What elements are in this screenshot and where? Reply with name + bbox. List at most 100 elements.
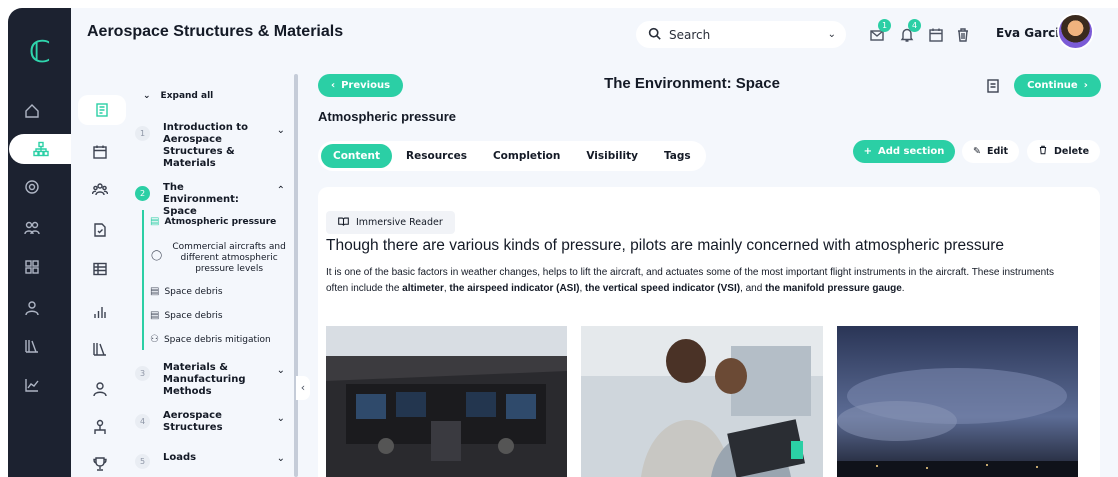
- delete-label: Delete: [1054, 146, 1090, 157]
- topic-label: Space debris: [164, 287, 223, 297]
- paragraph-end: .: [901, 283, 905, 294]
- paragraph-sep: , and: [740, 283, 766, 294]
- page-title: The Environment: Space: [604, 75, 780, 92]
- bar-chart-icon[interactable]: [75, 297, 125, 327]
- term-altimeter: altimeter: [402, 283, 444, 294]
- org-chart-icon[interactable]: [75, 412, 125, 442]
- immersive-reader-label: Immersive Reader: [356, 217, 443, 228]
- team-icon[interactable]: [75, 175, 125, 205]
- expand-all-label: Expand all: [160, 91, 214, 101]
- topic-item[interactable]: ▤ Atmospheric pressure: [150, 216, 290, 228]
- chevron-down-icon[interactable]: ⌄: [277, 453, 285, 464]
- delete-button[interactable]: Delete: [1027, 140, 1101, 163]
- book-icon[interactable]: [78, 95, 126, 125]
- module-label: Loads: [163, 452, 197, 463]
- home-icon[interactable]: [0, 96, 63, 126]
- tab-visibility[interactable]: Visibility: [574, 144, 650, 168]
- users-icon[interactable]: [0, 213, 63, 243]
- module-label: The Environment: Space: [163, 182, 239, 217]
- chevron-down-icon[interactable]: ⌄: [828, 29, 836, 40]
- messages-icon[interactable]: 1: [866, 19, 891, 46]
- pencil-icon: ✎: [973, 146, 981, 157]
- immersive-reader-button[interactable]: Immersive Reader: [326, 211, 455, 234]
- file-check-icon[interactable]: [75, 215, 125, 245]
- module-number: 3: [135, 366, 150, 381]
- avatar[interactable]: [1057, 13, 1094, 50]
- table-icon[interactable]: [75, 254, 125, 284]
- sitemap-icon[interactable]: [9, 134, 73, 164]
- module-item[interactable]: 4 Aerospace Structures ⌄: [135, 410, 285, 434]
- cockpit-photo: [326, 326, 567, 477]
- bell-icon[interactable]: 4: [896, 19, 921, 46]
- tab-content[interactable]: Content: [321, 144, 393, 168]
- calendar-icon[interactable]: [75, 137, 125, 167]
- module-progress-line: [142, 210, 144, 350]
- module-item[interactable]: 2 The Environment: Space ⌃: [135, 182, 285, 218]
- module-item[interactable]: 5 Loads ⌄: [135, 450, 285, 469]
- trash-icon[interactable]: [952, 24, 974, 46]
- tab-resources[interactable]: Resources: [394, 144, 479, 168]
- expand-all-toggle[interactable]: ⌄ Expand all: [143, 91, 213, 101]
- chevron-down-icon: ⌄: [143, 91, 151, 101]
- book-open-icon: [338, 216, 349, 230]
- chevron-down-icon[interactable]: ⌄: [277, 413, 285, 424]
- module-number: 5: [135, 454, 150, 469]
- continue-button[interactable]: Continue ›: [1014, 74, 1101, 97]
- chevron-up-icon[interactable]: ⌃: [277, 185, 285, 196]
- user-icon[interactable]: [75, 374, 125, 404]
- topic-label: Atmospheric pressure: [164, 217, 277, 227]
- messages-badge: 1: [878, 19, 891, 32]
- add-section-label: Add section: [877, 146, 945, 157]
- edit-label: Edit: [986, 146, 1009, 157]
- content-paragraph: It is one of the basic factors in weathe…: [326, 265, 1072, 297]
- add-section-button[interactable]: + Add section: [853, 140, 955, 163]
- group-icon: ⚇: [150, 334, 159, 345]
- chart-line-icon[interactable]: [0, 370, 63, 400]
- topic-label: Space debris mitigation: [163, 335, 271, 345]
- notes-icon[interactable]: [985, 78, 1001, 94]
- tab-completion[interactable]: Completion: [481, 144, 572, 168]
- topic-item[interactable]: ▤ Space debris: [150, 286, 290, 298]
- term-vsi: the vertical speed indicator (VSI): [585, 283, 741, 294]
- module-label: Materials & Manufacturing Methods: [163, 362, 246, 397]
- library-icon[interactable]: [75, 334, 125, 364]
- students-laptop-photo: [581, 326, 823, 477]
- search-input[interactable]: Search ⌄: [636, 21, 846, 48]
- user-icon[interactable]: [0, 293, 63, 323]
- calendar-icon[interactable]: [925, 24, 947, 46]
- module-number: 4: [135, 414, 150, 429]
- search-icon: [648, 27, 661, 43]
- topic-label: Commercial aircrafts and different atmos…: [172, 242, 286, 274]
- tab-tags[interactable]: Tags: [652, 144, 703, 168]
- topic-item[interactable]: ⚇ Space debris mitigation: [150, 334, 290, 346]
- module-item[interactable]: 1 Introduction to Aerospace Structures &…: [135, 122, 285, 170]
- module-number: 2: [135, 186, 150, 201]
- term-asi: the airspeed indicator (ASI): [449, 283, 580, 294]
- chevron-down-icon[interactable]: ⌄: [277, 365, 285, 376]
- search-placeholder: Search: [669, 27, 711, 42]
- page-icon: ▤: [150, 216, 160, 227]
- trophy-icon[interactable]: [75, 449, 125, 477]
- trash-icon: [1038, 145, 1048, 158]
- brand-logo[interactable]: ℂ: [20, 38, 60, 68]
- continue-label: Continue: [1027, 80, 1078, 91]
- library-icon[interactable]: [0, 331, 63, 361]
- target-icon[interactable]: [0, 172, 63, 202]
- section-title: Atmospheric pressure: [318, 109, 456, 124]
- term-manifold: the manifold pressure gauge: [765, 283, 902, 294]
- document-icon: ▤: [150, 286, 160, 297]
- panel-splitter[interactable]: [294, 74, 298, 477]
- collapse-panel-button[interactable]: ‹: [296, 376, 310, 400]
- module-label: Introduction to Aerospace Structures & M…: [163, 122, 248, 169]
- chevron-left-icon: ‹: [330, 80, 336, 91]
- grid-icon[interactable]: [0, 252, 63, 282]
- topic-item[interactable]: ▤ Space debris: [150, 311, 290, 322]
- chevron-down-icon[interactable]: ⌄: [277, 125, 285, 136]
- previous-button[interactable]: ‹ Previous: [318, 74, 403, 97]
- storm-sky-photo: [837, 326, 1078, 477]
- module-item[interactable]: 3 Materials & Manufacturing Methods ⌄: [135, 362, 285, 398]
- module-label: Aerospace Structures: [163, 410, 223, 433]
- topic-item[interactable]: ◯ Commercial aircrafts and different atm…: [151, 242, 291, 275]
- edit-button[interactable]: ✎ Edit: [962, 140, 1020, 163]
- notifications-badge: 4: [908, 19, 921, 32]
